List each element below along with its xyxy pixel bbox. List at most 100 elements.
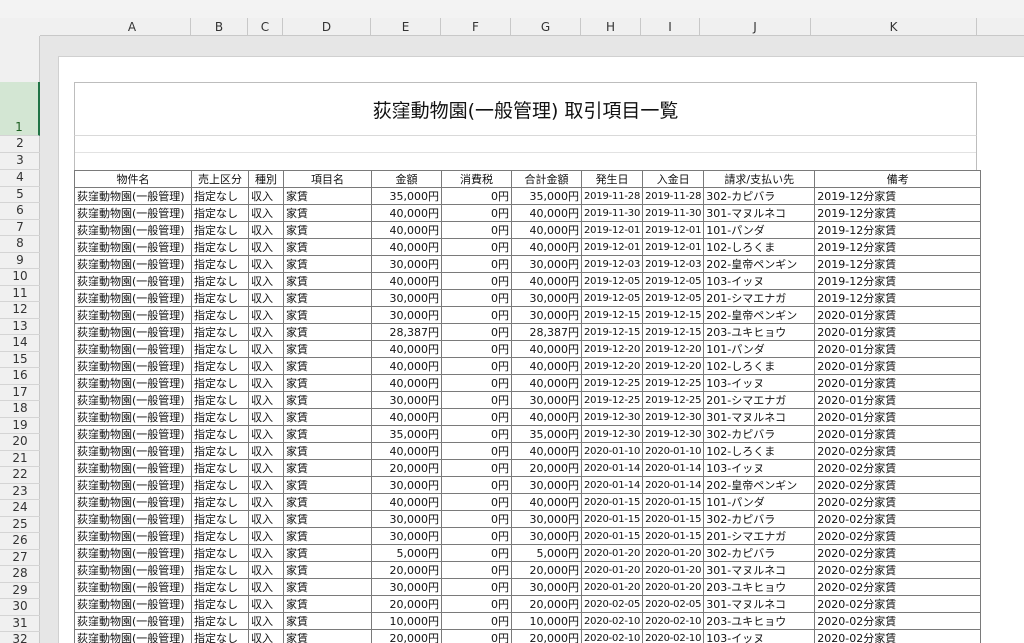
table-cell[interactable]: 収入 — [248, 476, 284, 494]
table-cell[interactable]: 2019-12-15 — [580, 306, 644, 324]
table-cell[interactable]: 201-シマエナガ — [703, 391, 816, 409]
table-cell[interactable]: 収入 — [248, 561, 284, 579]
table-cell[interactable]: 収入 — [248, 425, 284, 443]
table-cell[interactable]: 荻窪動物園(一般管理) — [74, 527, 192, 545]
table-cell[interactable]: 荻窪動物園(一般管理) — [74, 323, 192, 341]
table-cell[interactable]: 2020-02分家賃 — [814, 493, 982, 511]
table-cell[interactable]: 指定なし — [191, 187, 249, 205]
table-cell[interactable]: 家賃 — [283, 391, 372, 409]
table-cell[interactable]: 2020-01-20 — [642, 561, 705, 579]
table-cell[interactable]: 2019-12分家賃 — [814, 204, 982, 222]
table-cell[interactable]: 40,000円 — [371, 357, 442, 375]
table-cell[interactable]: 30,000円 — [371, 391, 442, 409]
header-cell[interactable]: 金額 — [371, 170, 442, 188]
table-cell[interactable]: 荻窪動物園(一般管理) — [74, 187, 192, 205]
header-cell[interactable]: 備考 — [814, 170, 982, 188]
header-cell[interactable]: 発生日 — [580, 170, 644, 188]
table-cell[interactable]: 2019-11-30 — [642, 204, 705, 222]
table-cell[interactable]: 家賃 — [283, 306, 372, 324]
table-cell[interactable]: 2020-01-15 — [642, 510, 705, 528]
table-cell[interactable]: 102-しろくま — [703, 238, 816, 256]
row-header-12[interactable]: 12 — [0, 302, 40, 319]
table-cell[interactable]: 103-イッヌ — [703, 374, 816, 392]
row-header-29[interactable]: 29 — [0, 583, 40, 599]
table-cell[interactable]: 2019-12-30 — [642, 425, 705, 443]
table-cell[interactable]: 0円 — [441, 425, 512, 443]
table-cell[interactable]: 荻窪動物園(一般管理) — [74, 612, 192, 630]
table-cell[interactable]: 30,000円 — [371, 306, 442, 324]
header-cell[interactable]: 合計金額 — [511, 170, 582, 188]
table-cell[interactable]: 10,000円 — [511, 612, 582, 630]
table-cell[interactable]: 202-皇帝ペンギン — [703, 306, 816, 324]
table-cell[interactable]: 収入 — [248, 204, 284, 222]
row-header-24[interactable]: 24 — [0, 500, 40, 517]
table-cell[interactable]: 0円 — [441, 408, 512, 426]
row-header-25[interactable]: 25 — [0, 517, 40, 533]
table-cell[interactable]: 家賃 — [283, 323, 372, 341]
table-cell[interactable]: 収入 — [248, 544, 284, 562]
table-cell[interactable]: 2020-01-14 — [642, 476, 705, 494]
table-cell[interactable]: 35,000円 — [511, 425, 582, 443]
row-header-9[interactable]: 9 — [0, 253, 40, 269]
table-cell[interactable]: 302-カピバラ — [703, 425, 816, 443]
table-cell[interactable]: 301-マヌルネコ — [703, 561, 816, 579]
table-cell[interactable]: 家賃 — [283, 493, 372, 511]
table-cell[interactable]: 0円 — [441, 323, 512, 341]
table-cell[interactable]: 家賃 — [283, 459, 372, 477]
table-cell[interactable]: 収入 — [248, 578, 284, 596]
table-cell[interactable]: 収入 — [248, 527, 284, 545]
table-cell[interactable]: 収入 — [248, 323, 284, 341]
table-cell[interactable]: 荻窪動物園(一般管理) — [74, 544, 192, 562]
table-cell[interactable]: 指定なし — [191, 221, 249, 239]
table-cell[interactable]: 40,000円 — [371, 238, 442, 256]
table-cell[interactable]: 302-カピバラ — [703, 187, 816, 205]
table-cell[interactable]: 2020-01-15 — [642, 493, 705, 511]
header-cell[interactable]: 物件名 — [74, 170, 192, 188]
table-cell[interactable]: 指定なし — [191, 442, 249, 460]
table-cell[interactable]: 収入 — [248, 442, 284, 460]
table-cell[interactable]: 2019-12-05 — [642, 272, 705, 290]
table-cell[interactable]: 荻窪動物園(一般管理) — [74, 408, 192, 426]
table-cell[interactable]: 収入 — [248, 629, 284, 643]
table-cell[interactable]: 2020-02分家賃 — [814, 629, 982, 643]
table-cell[interactable]: 荻窪動物園(一般管理) — [74, 425, 192, 443]
table-cell[interactable]: 家賃 — [283, 374, 372, 392]
table-cell[interactable]: 0円 — [441, 561, 512, 579]
table-cell[interactable]: 203-ユキヒョウ — [703, 612, 816, 630]
table-cell[interactable]: 0円 — [441, 272, 512, 290]
table-cell[interactable]: 35,000円 — [511, 187, 582, 205]
column-header-a[interactable]: A — [74, 18, 191, 36]
table-cell[interactable]: 家賃 — [283, 255, 372, 273]
table-cell[interactable]: 2020-02-10 — [580, 629, 644, 643]
table-cell[interactable]: 指定なし — [191, 255, 249, 273]
table-cell[interactable]: 2020-02分家賃 — [814, 476, 982, 494]
table-cell[interactable]: 40,000円 — [511, 374, 582, 392]
table-cell[interactable]: 202-皇帝ペンギン — [703, 255, 816, 273]
table-cell[interactable]: 収入 — [248, 357, 284, 375]
table-cell[interactable]: 荻窪動物園(一般管理) — [74, 306, 192, 324]
table-cell[interactable]: 2020-01分家賃 — [814, 357, 982, 375]
row-header-7[interactable]: 7 — [0, 220, 40, 236]
table-cell[interactable]: 0円 — [441, 221, 512, 239]
row-header-28[interactable]: 28 — [0, 566, 40, 583]
table-cell[interactable]: 2020-02-10 — [580, 612, 644, 630]
table-cell[interactable]: 30,000円 — [511, 306, 582, 324]
table-cell[interactable]: 家賃 — [283, 272, 372, 290]
table-cell[interactable]: 201-シマエナガ — [703, 289, 816, 307]
table-cell[interactable]: 2019-12-30 — [642, 408, 705, 426]
table-cell[interactable]: 2020-01-14 — [580, 476, 644, 494]
row-header-11[interactable]: 11 — [0, 286, 40, 302]
table-cell[interactable]: 30,000円 — [511, 255, 582, 273]
table-cell[interactable]: 10,000円 — [371, 612, 442, 630]
table-cell[interactable]: 30,000円 — [511, 578, 582, 596]
table-cell[interactable]: 家賃 — [283, 561, 372, 579]
table-cell[interactable]: 家賃 — [283, 544, 372, 562]
table-cell[interactable]: 家賃 — [283, 578, 372, 596]
table-cell[interactable]: 家賃 — [283, 476, 372, 494]
table-cell[interactable]: 2020-02分家賃 — [814, 544, 982, 562]
row-header-6[interactable]: 6 — [0, 203, 40, 220]
column-header-f[interactable]: F — [441, 18, 511, 36]
table-cell[interactable]: 2020-01-15 — [642, 527, 705, 545]
table-cell[interactable]: 収入 — [248, 391, 284, 409]
table-cell[interactable]: 家賃 — [283, 357, 372, 375]
